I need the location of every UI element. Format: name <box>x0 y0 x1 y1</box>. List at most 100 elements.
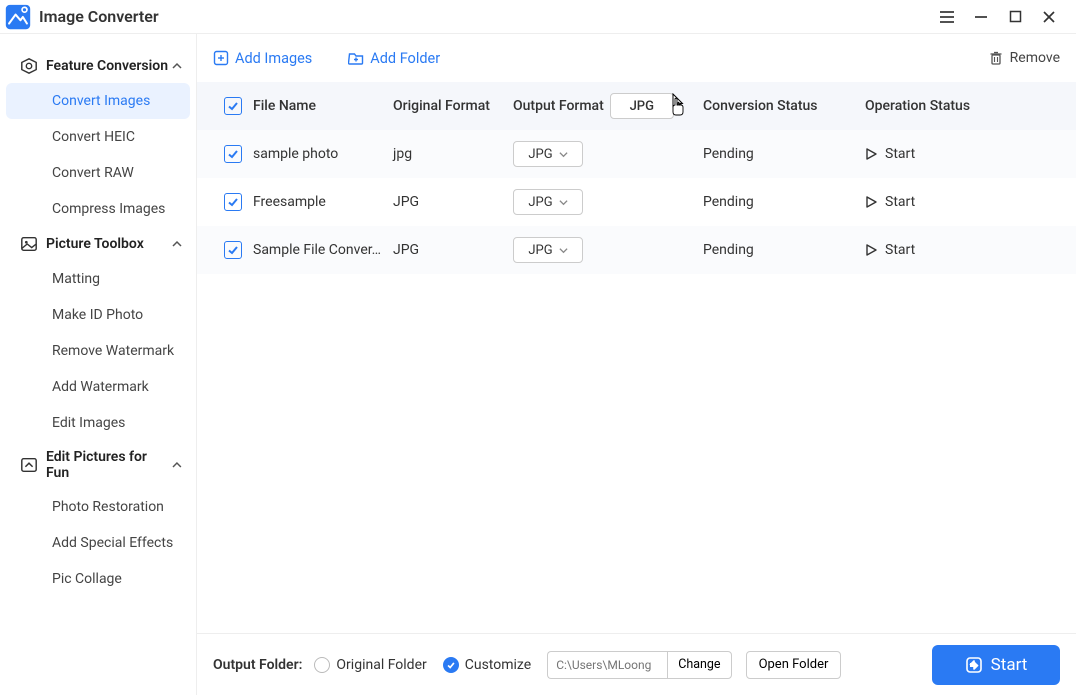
output-folder-label: Output Folder: <box>213 657 302 673</box>
original-format: JPG <box>393 194 513 210</box>
original-format: JPG <box>393 242 513 258</box>
table-row: Freesample JPG JPG Pending Start <box>197 178 1076 226</box>
row-start-label: Start <box>885 242 915 258</box>
col-conversion-status: Conversion Status <box>703 98 865 114</box>
add-folder-button[interactable]: Add Folder <box>348 50 440 67</box>
file-table: File Name Original Format Output Format … <box>197 82 1076 633</box>
conversion-status: Pending <box>703 194 865 210</box>
section-label: Picture Toolbox <box>46 236 144 252</box>
file-name: sample photo <box>253 146 393 162</box>
minimize-button[interactable] <box>964 1 998 33</box>
change-button[interactable]: Change <box>667 651 731 679</box>
toolbar: Add Images Add Folder Remove <box>197 34 1076 82</box>
nav-photo-restoration[interactable]: Photo Restoration <box>6 489 190 525</box>
remove-label: Remove <box>1010 50 1060 66</box>
remove-button[interactable]: Remove <box>988 50 1060 66</box>
table-row: sample photo jpg JPG Pending Start <box>197 130 1076 178</box>
row-checkbox[interactable] <box>224 145 242 163</box>
content-area: Add Images Add Folder Remove File Name O… <box>197 34 1076 695</box>
play-icon <box>865 148 877 160</box>
play-icon <box>865 244 877 256</box>
nav-matting[interactable]: Matting <box>6 261 190 297</box>
chevron-up-icon <box>172 61 182 71</box>
chevron-up-icon <box>172 239 182 249</box>
nav-edit-images[interactable]: Edit Images <box>6 405 190 441</box>
app-logo-icon <box>5 4 31 30</box>
add-images-label: Add Images <box>235 50 312 67</box>
table-row: Sample File Conver… JPG JPG Pending Star… <box>197 226 1076 274</box>
nav-convert-images[interactable]: Convert Images <box>6 83 190 119</box>
section-picture-toolbox[interactable]: Picture Toolbox <box>0 227 196 261</box>
row-checkbox[interactable] <box>224 241 242 259</box>
table-header-row: File Name Original Format Output Format … <box>197 82 1076 130</box>
add-folder-icon <box>348 50 364 66</box>
output-format-header-select[interactable]: JPG <box>610 93 674 119</box>
section-edit-pictures-fun[interactable]: Edit Pictures for Fun <box>0 441 196 489</box>
customize-option[interactable]: Customize <box>443 657 531 673</box>
original-folder-label: Original Folder <box>336 657 426 673</box>
radio-unchecked-icon <box>314 657 330 673</box>
play-icon <box>865 196 877 208</box>
output-format-value: JPG <box>528 243 552 258</box>
edit-pictures-icon <box>20 456 38 474</box>
output-format-select[interactable]: JPG <box>513 189 583 215</box>
section-feature-conversion[interactable]: Feature Conversion <box>0 49 196 83</box>
output-format-value: JPG <box>528 195 552 210</box>
chevron-down-icon <box>559 246 568 255</box>
row-start-label: Start <box>885 146 915 162</box>
chevron-down-icon <box>559 150 568 159</box>
output-format-value: JPG <box>528 147 552 162</box>
app-title: Image Converter <box>39 7 159 26</box>
start-all-button[interactable]: Start <box>932 645 1060 685</box>
conversion-status: Pending <box>703 146 865 162</box>
chevron-up-icon <box>172 460 182 470</box>
col-operation-status: Operation Status <box>865 98 1060 114</box>
maximize-button[interactable] <box>998 1 1032 33</box>
section-label: Edit Pictures for Fun <box>46 449 172 481</box>
nav-compress-images[interactable]: Compress Images <box>6 191 190 227</box>
row-start-button[interactable]: Start <box>865 194 915 210</box>
add-images-button[interactable]: Add Images <box>213 50 312 67</box>
output-format-select[interactable]: JPG <box>513 237 583 263</box>
row-checkbox[interactable] <box>224 193 242 211</box>
nav-make-id-photo[interactable]: Make ID Photo <box>6 297 190 333</box>
output-path-input[interactable] <box>547 651 667 679</box>
original-format: jpg <box>393 146 513 162</box>
add-images-icon <box>213 50 229 66</box>
select-all-checkbox[interactable] <box>224 97 242 115</box>
section-label: Feature Conversion <box>46 58 168 74</box>
picture-toolbox-icon <box>20 235 38 253</box>
output-format-header-value: JPG <box>630 99 654 114</box>
output-format-select[interactable]: JPG <box>513 141 583 167</box>
titlebar: Image Converter <box>0 0 1076 33</box>
customize-label: Customize <box>465 657 531 673</box>
start-all-label: Start <box>991 655 1028 675</box>
col-file-name: File Name <box>253 98 393 114</box>
nav-pic-collage[interactable]: Pic Collage <box>6 561 190 597</box>
row-start-button[interactable]: Start <box>865 146 915 162</box>
conversion-status: Pending <box>703 242 865 258</box>
feature-conversion-icon <box>20 57 38 75</box>
col-original-format: Original Format <box>393 98 513 114</box>
trash-icon <box>988 50 1004 66</box>
nav-convert-heic[interactable]: Convert HEIC <box>6 119 190 155</box>
nav-add-special-effects[interactable]: Add Special Effects <box>6 525 190 561</box>
open-folder-button[interactable]: Open Folder <box>746 651 842 679</box>
radio-checked-icon <box>443 657 459 673</box>
row-start-label: Start <box>885 194 915 210</box>
menu-button[interactable] <box>930 1 964 33</box>
nav-add-watermark[interactable]: Add Watermark <box>6 369 190 405</box>
file-name: Sample File Conver… <box>253 242 393 258</box>
start-icon <box>965 656 983 674</box>
nav-convert-raw[interactable]: Convert RAW <box>6 155 190 191</box>
col-output-format: Output Format <box>513 98 604 114</box>
nav-remove-watermark[interactable]: Remove Watermark <box>6 333 190 369</box>
close-button[interactable] <box>1032 1 1066 33</box>
file-name: Freesample <box>253 194 393 210</box>
row-start-button[interactable]: Start <box>865 242 915 258</box>
sidebar: Feature Conversion Convert Images Conver… <box>0 34 197 695</box>
original-folder-option[interactable]: Original Folder <box>314 657 426 673</box>
add-folder-label: Add Folder <box>370 50 440 67</box>
footer: Output Folder: Original Folder Customize… <box>197 633 1076 695</box>
chevron-down-icon <box>559 198 568 207</box>
